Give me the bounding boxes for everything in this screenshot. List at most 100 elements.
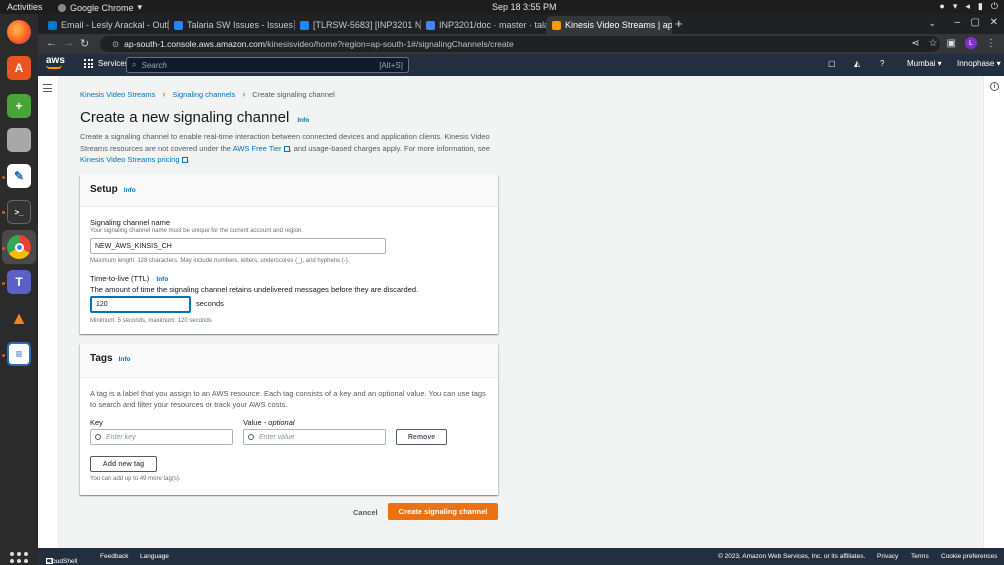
tag-key-placeholder: Enter key [106, 433, 136, 441]
search-shortcut: [Alt+S] [379, 60, 403, 70]
chrome-icon[interactable] [7, 235, 31, 259]
maximize-icon[interactable]: ▢ [971, 17, 980, 28]
account-menu[interactable]: Innophase ▾ [957, 59, 1001, 68]
chevron-down-icon: ▾ [137, 2, 143, 12]
menu-kebab-icon[interactable]: ⋮ [986, 38, 996, 49]
browser-tab[interactable]: Email - Lesly Arackal - Outl ✕ [42, 16, 168, 34]
teams-icon[interactable]: T [7, 270, 31, 294]
aws-logo-text: aws [46, 55, 65, 66]
back-icon[interactable]: ← [46, 37, 57, 49]
profile-avatar[interactable]: L [965, 37, 977, 49]
browser-tab[interactable]: INP3201/doc · master · talar ✕ [420, 16, 546, 34]
cookie-preferences-link[interactable]: Cookie preferences [941, 553, 997, 560]
system-top-bar: Activities Google Chrome ▾ Sep 18 3:55 P… [0, 0, 1004, 14]
remove-tag-button[interactable]: Remove [396, 429, 447, 445]
search-placeholder: Search [141, 60, 167, 70]
tags-info-link[interactable]: Info [119, 356, 131, 363]
site-info-icon[interactable]: ⊙ [112, 39, 119, 50]
files-icon[interactable] [7, 128, 31, 152]
jira-favicon [300, 20, 309, 30]
activities-button[interactable]: Activities [7, 2, 43, 12]
page-info-link[interactable]: Info [297, 117, 309, 124]
page-title: Create a new signaling channel [80, 109, 290, 126]
terms-link[interactable]: Terms [911, 553, 929, 560]
tags-header: Tags Info [80, 344, 498, 378]
chevron-right-icon: › [162, 89, 166, 99]
running-indicator [2, 211, 5, 214]
tags-panel: Tags Info A tag is a label that you assi… [80, 344, 498, 495]
region-selector[interactable]: Mumbai ▾ [907, 59, 942, 68]
ubuntu-software-icon[interactable]: A [7, 56, 31, 80]
clock[interactable]: Sep 18 3:55 PM [492, 2, 557, 12]
close-window-icon[interactable]: ✕ [990, 17, 998, 28]
cancel-button[interactable]: Cancel [353, 508, 378, 517]
side-panel-icon[interactable]: ▣ [947, 38, 956, 49]
ttl-label: Time-to-live (TTL) [90, 274, 150, 283]
show-applications-icon[interactable] [10, 552, 28, 565]
aws-free-tier-link[interactable]: AWS Free Tier [233, 144, 290, 153]
feedback-link[interactable]: Feedback [100, 553, 129, 560]
aws-logo[interactable]: aws [46, 56, 65, 69]
address-bar[interactable]: ⊙ ap-south-1.console.aws.amazon.com/kine… [100, 36, 940, 52]
ttl-value: 120 [96, 301, 108, 308]
language-link[interactable]: Language [140, 553, 169, 560]
aws-favicon [552, 20, 561, 30]
search-icon [95, 434, 101, 440]
document-viewer-icon[interactable]: ≡ [7, 342, 31, 366]
libreoffice-icon[interactable]: + [7, 94, 31, 118]
system-tray[interactable]: ● ▾ ◂ ▮ ⏻ [939, 1, 998, 12]
channel-name-constraint: Maximum length: 128 characters. May incl… [90, 258, 350, 264]
repo-favicon [426, 20, 435, 30]
tag-value-input[interactable]: Enter value [243, 429, 386, 445]
setup-info-link[interactable]: Info [124, 187, 136, 194]
power-icon: ⏻ [990, 1, 998, 11]
channel-name-input[interactable]: NEW_AWS_KINSIS_CH [90, 238, 386, 254]
console-footer: CloudShell Feedback Language © 2023, Ama… [38, 548, 1004, 565]
ttl-input[interactable]: 120 [90, 296, 191, 313]
menu-icon[interactable] [43, 84, 52, 95]
breadcrumb-kinesis-video-streams[interactable]: Kinesis Video Streams [80, 90, 155, 99]
browser-tab[interactable]: Talaria SW Issues - Issues ✕ [168, 16, 294, 34]
ttl-label-row: Time-to-live (TTL) Info [90, 274, 168, 283]
minimize-icon[interactable]: – [954, 17, 960, 28]
create-signaling-channel-button[interactable]: Create signaling channel [388, 503, 498, 520]
aws-search-input[interactable]: ⌕ Search [Alt+S] [126, 57, 409, 73]
pricing-link[interactable]: Kinesis Video Streams pricing [80, 155, 188, 164]
privacy-link[interactable]: Privacy [877, 553, 898, 560]
share-icon[interactable]: ⋖ [911, 38, 919, 49]
bookmark-star-icon[interactable]: ☆ [929, 38, 938, 49]
running-indicator [2, 354, 5, 357]
running-indicator [2, 176, 5, 179]
forward-icon[interactable]: → [63, 37, 74, 49]
notifications-icon[interactable]: ◭ [854, 59, 860, 68]
cloudshell-icon[interactable]: ▢ [828, 59, 836, 68]
services-menu[interactable]: Services [84, 59, 129, 68]
ttl-constraint: Minimum: 5 seconds, maximum: 120 seconds [90, 318, 212, 324]
breadcrumb-current: Create signaling channel [252, 89, 335, 99]
tab-search-icon[interactable]: ⌄ [928, 18, 936, 29]
breadcrumb-signaling-channels[interactable]: Signaling channels [172, 90, 235, 99]
browser-tab[interactable]: [TLRSW-5683] [INP3201 N ✕ [294, 16, 420, 34]
tag-value-placeholder: Enter value [259, 433, 295, 441]
page-description: Create a signaling channel to enable rea… [80, 131, 500, 166]
chrome-icon [58, 3, 66, 12]
help-icon[interactable]: ? [880, 59, 884, 68]
tag-key-input[interactable]: Enter key [90, 429, 233, 445]
description-text: , and usage-based charges apply. For mor… [289, 143, 490, 153]
info-icon[interactable]: i [990, 82, 999, 91]
tab-title: Talaria SW Issues - Issues [187, 20, 294, 30]
app-menu[interactable]: Google Chrome ▾ [58, 2, 142, 13]
ttl-info-link[interactable]: Info [156, 276, 168, 283]
firefox-icon[interactable] [7, 20, 31, 44]
vlc-icon[interactable]: ▲ [7, 306, 31, 330]
add-new-tag-button[interactable]: Add new tag [90, 456, 157, 472]
browser-tab-active[interactable]: Kinesis Video Streams | ap- ✕ [546, 16, 672, 34]
text-editor-icon[interactable]: ✎ [7, 164, 31, 188]
reload-icon[interactable]: ↻ [80, 37, 89, 50]
chevron-right-icon: › [242, 89, 246, 99]
new-tab-icon[interactable]: + [675, 17, 683, 30]
terminal-icon[interactable]: >_ [7, 200, 31, 224]
link-text: Kinesis Video Streams pricing [80, 155, 180, 164]
channel-name-label: Signaling channel name [90, 218, 171, 227]
services-label: Services [98, 59, 129, 68]
